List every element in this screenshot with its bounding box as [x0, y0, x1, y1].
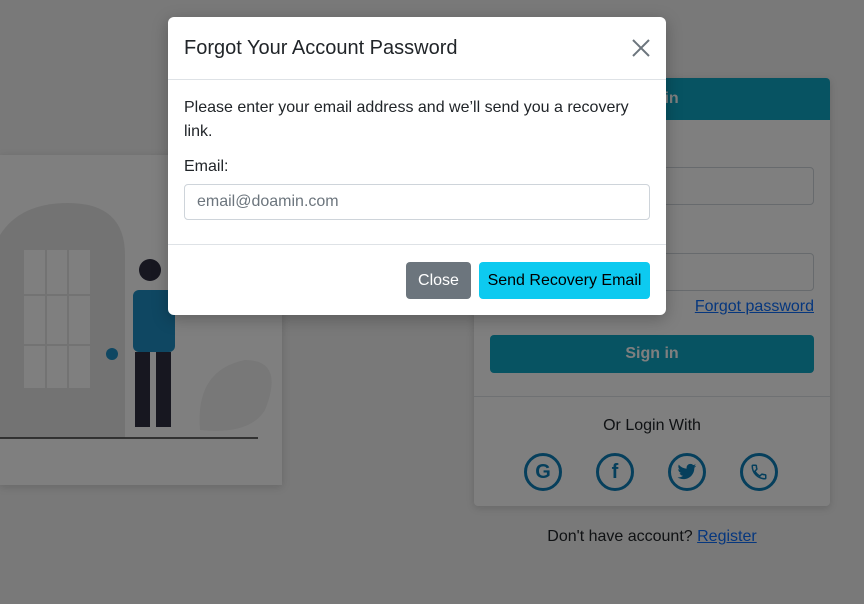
forgot-password-modal: Forgot Your Account Password Please ente…: [168, 17, 666, 315]
send-recovery-email-button[interactable]: Send Recovery Email: [479, 262, 650, 299]
modal-message: Please enter your email address and we’l…: [184, 99, 629, 140]
close-button[interactable]: Close: [406, 262, 471, 299]
email-label: Email:: [184, 158, 229, 175]
email-input[interactable]: [184, 184, 650, 220]
modal-body: Please enter your email address and we’l…: [168, 80, 666, 236]
modal-footer: Close Send Recovery Email: [168, 244, 666, 316]
modal-title: Forgot Your Account Password: [184, 37, 458, 59]
close-icon[interactable]: [630, 37, 652, 59]
modal-header: Forgot Your Account Password: [168, 17, 666, 80]
